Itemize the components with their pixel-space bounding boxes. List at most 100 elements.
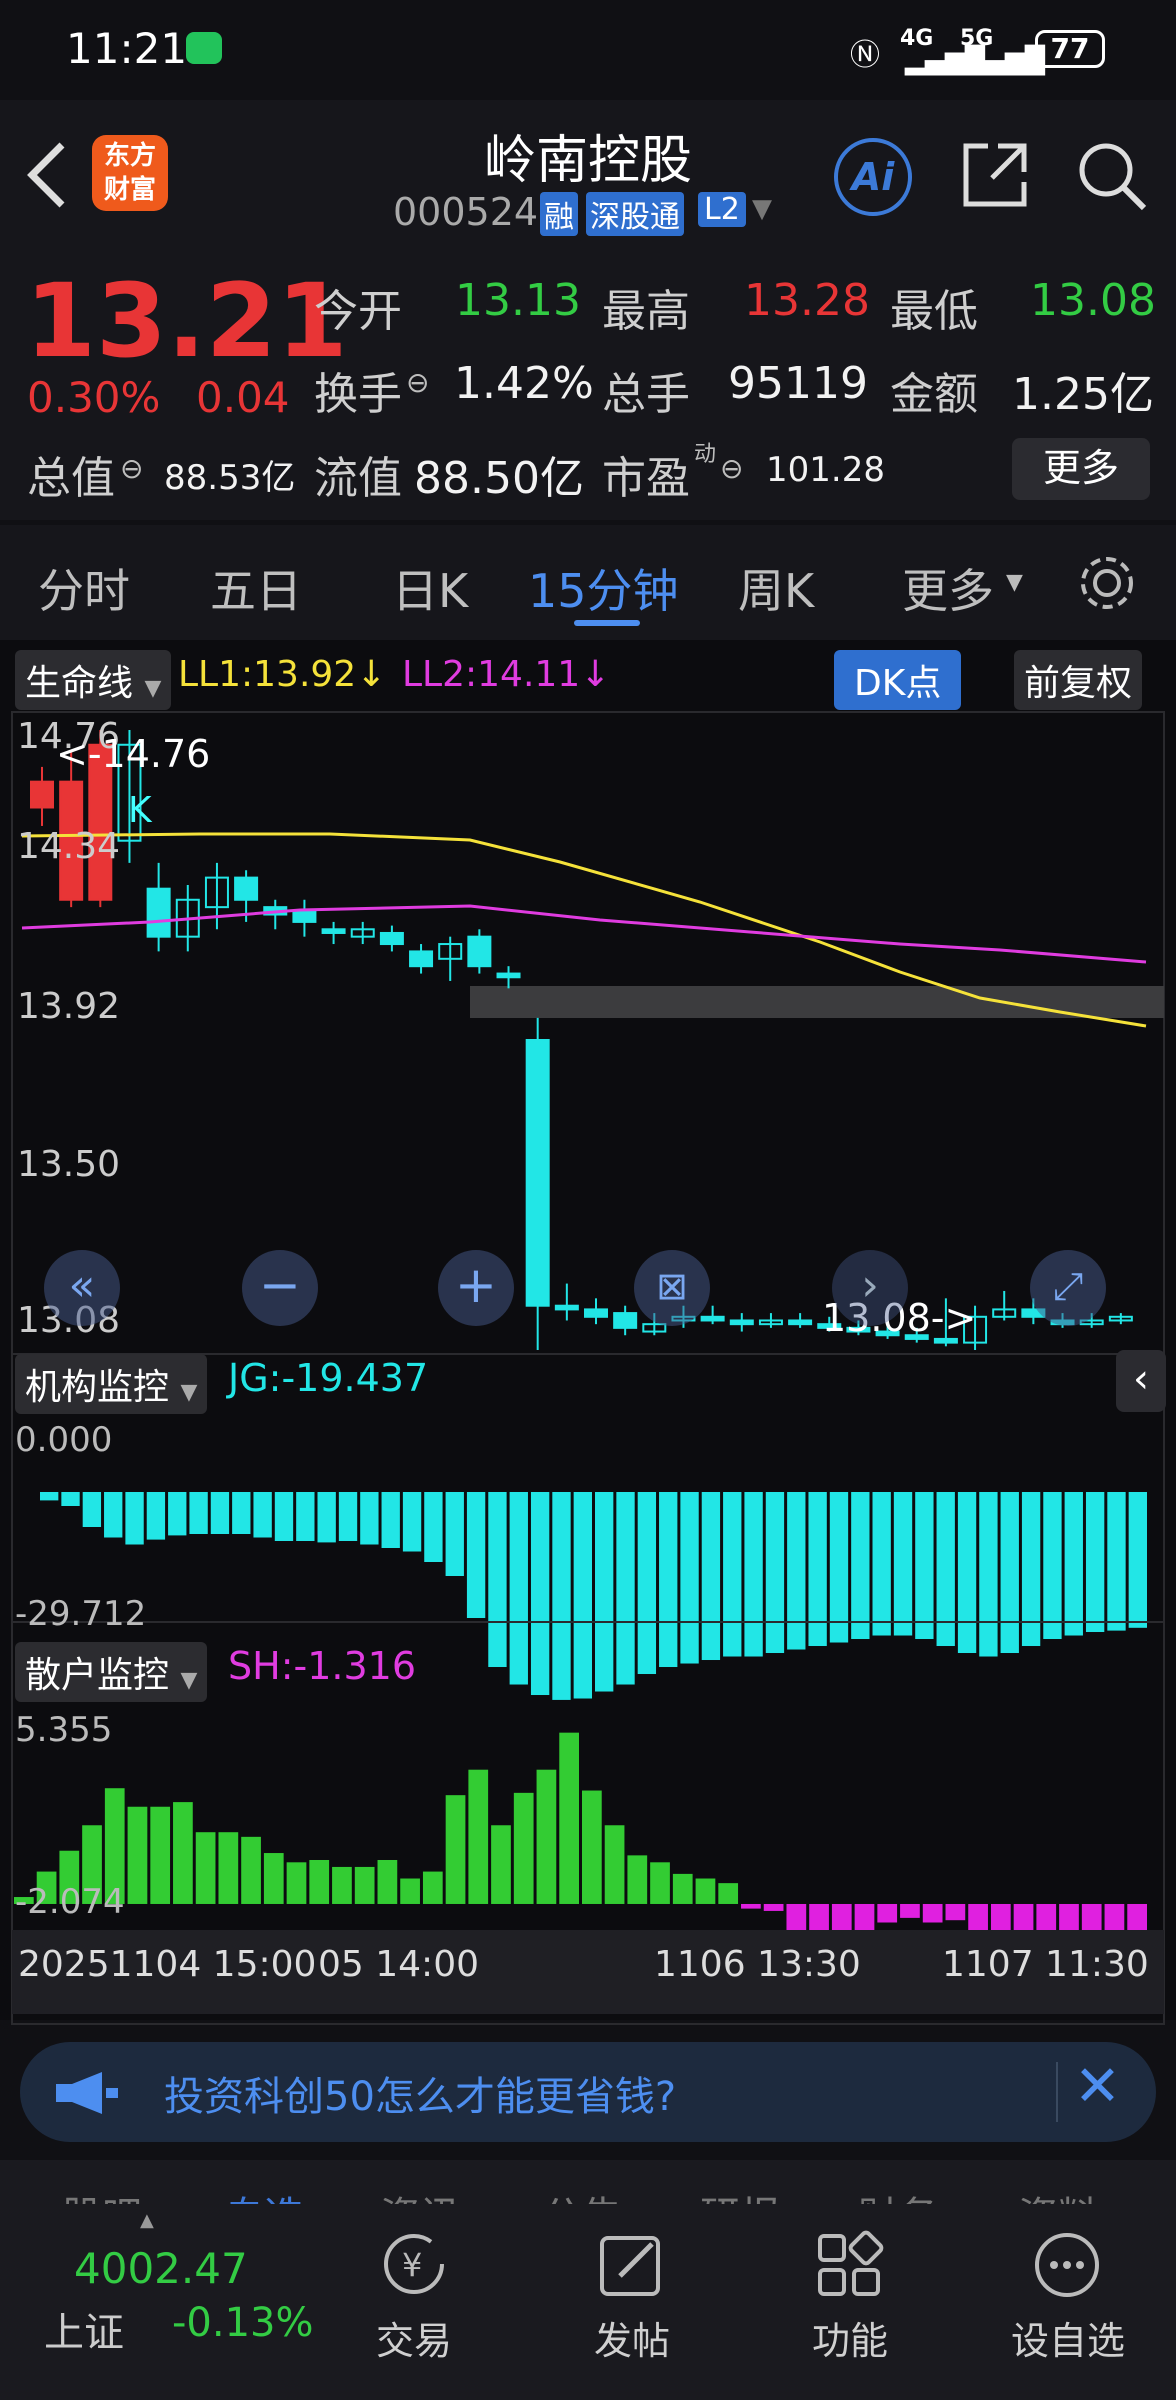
subtab-announcement[interactable]: 公告 <box>542 2184 622 2204</box>
tab-timeshare[interactable]: 分时 <box>38 555 130 621</box>
sh-bar <box>377 1859 398 1904</box>
app-screen: 11:21 Ⓝ 4G ▂▄▆█ 5G ▂▄▆█ 77 东方 财富 岭南控股 000… <box>0 0 1176 2400</box>
sh-bar <box>559 1732 579 1904</box>
info-icon-2[interactable]: ⊖ <box>406 366 429 399</box>
indicator-select[interactable]: 生命线 ▼ <box>15 650 172 710</box>
subtab-profile[interactable]: 资料 <box>1018 2184 1098 2204</box>
zoom-out-icon[interactable]: − <box>242 1250 318 1326</box>
high-value: 13.28 <box>744 275 870 326</box>
adjust-button[interactable]: 前复权 <box>1014 650 1143 710</box>
subtab-guba[interactable]: 股吧 <box>62 2184 142 2204</box>
badge-connect: 深股通 <box>586 192 684 236</box>
subtab-news[interactable]: 资讯 <box>380 2184 460 2204</box>
jg-value: JG:-19.437 <box>228 1356 429 1400</box>
jg-bar <box>552 1492 571 1700</box>
jg-bar <box>637 1492 657 1675</box>
jg-bar <box>595 1492 614 1692</box>
candle-body <box>467 935 492 968</box>
sh-bar <box>922 1903 943 1923</box>
jg-bar <box>104 1492 123 1538</box>
bottom-bar: 股吧 自选 资讯 公告 研报 财务 资料 ▲ 4002.47 上证 -0.13%… <box>0 2160 1176 2400</box>
volume-value: 95119 <box>728 358 868 409</box>
functions-icon[interactable] <box>814 2230 884 2300</box>
add-watchlist-icon[interactable] <box>1032 2230 1102 2300</box>
dropdown-icon[interactable]: ▼ <box>752 194 772 224</box>
change-percent: 0.30% <box>27 373 161 422</box>
subtab-watchlist[interactable]: 自选 <box>224 2184 304 2204</box>
jg-indicator-select[interactable]: 机构监控 ▼ <box>15 1354 208 1414</box>
index-name[interactable]: 上证 <box>44 2300 124 2358</box>
jg-bar <box>915 1492 934 1640</box>
subtab-finance[interactable]: 财务 <box>858 2184 938 2204</box>
info-icon[interactable]: ⊖ <box>120 452 143 485</box>
ai-assistant-button[interactable]: Ai <box>834 138 912 216</box>
sh-bar <box>127 1806 148 1904</box>
sh-bar <box>400 1878 420 1904</box>
banner-text[interactable]: 投资科创50怎么才能更省钱? <box>164 2064 676 2122</box>
last-price: 13.21 <box>25 262 348 381</box>
open-value: 13.13 <box>455 275 581 326</box>
nav-functions[interactable]: 功能 <box>770 2310 930 2365</box>
index-change[interactable]: -0.13% <box>172 2300 314 2346</box>
time-label-4: 1107 11:30 <box>942 1944 1149 1985</box>
svg-text:¥: ¥ <box>402 2246 422 2284</box>
nav-add-watchlist[interactable]: 设自选 <box>988 2310 1148 2365</box>
nfc-icon: Ⓝ <box>850 38 880 73</box>
promo-banner[interactable]: 投资科创50怎么才能更省钱? ✕ <box>20 2042 1156 2142</box>
candle-body <box>409 950 434 968</box>
jg-bar <box>957 1492 977 1654</box>
scroll-left-icon[interactable]: « <box>44 1250 120 1326</box>
sh-bar <box>695 1878 716 1904</box>
jg-bar <box>744 1492 763 1657</box>
sh-bar <box>968 1903 988 1932</box>
tab-daily-k[interactable]: 日K <box>392 555 468 621</box>
post-icon[interactable] <box>596 2230 666 2300</box>
jg-bar <box>402 1492 422 1552</box>
jg-name: 机构监控 <box>25 1367 170 1408</box>
nav-trade[interactable]: 交易 <box>334 2310 494 2365</box>
tab-weekly-k[interactable]: 周K <box>738 555 814 621</box>
reset-view-icon[interactable]: ⊠ <box>634 1250 710 1326</box>
collapse-panel-icon[interactable]: ‹ <box>1116 1350 1166 1412</box>
jg-bar <box>509 1492 528 1685</box>
jg-bar <box>787 1492 806 1650</box>
zoom-in-icon[interactable]: + <box>438 1250 514 1326</box>
info-icon-3[interactable]: ⊖ <box>720 452 743 485</box>
jg-bar <box>659 1492 678 1668</box>
dk-point-button[interactable]: DK点 <box>834 650 962 710</box>
sh-bar <box>218 1832 239 1904</box>
sh-bar <box>491 1825 511 1904</box>
tab-more[interactable]: 更多 <box>902 555 994 621</box>
sh-bar <box>672 1873 693 1904</box>
label-low: 最低 <box>890 286 978 337</box>
sh-bar <box>900 1903 920 1918</box>
close-icon[interactable]: ✕ <box>1074 2054 1121 2119</box>
subtab-research[interactable]: 研报 <box>700 2184 780 2204</box>
fullscreen-icon[interactable]: ⤢ <box>1030 1250 1106 1326</box>
tab-15min[interactable]: 15分钟 <box>528 555 679 621</box>
jg-bar <box>573 1492 592 1699</box>
pe-dynamic-sup: 动 <box>694 442 717 467</box>
label-total-value: 总值 <box>27 453 115 504</box>
k-marker: K <box>128 790 152 831</box>
megaphone-icon <box>56 2072 118 2114</box>
trade-icon[interactable]: ¥ <box>376 2230 452 2300</box>
share-icon[interactable] <box>958 138 1032 212</box>
nav-post[interactable]: 发帖 <box>552 2310 712 2365</box>
jg-bottom-label: -29.712 <box>15 1594 147 1634</box>
sh-bar <box>195 1832 216 1904</box>
scroll-right-icon[interactable]: › <box>832 1250 908 1326</box>
more-button[interactable]: 更多 <box>1012 438 1150 500</box>
jg-bar <box>82 1492 102 1528</box>
tab-five-day[interactable]: 五日 <box>210 555 302 621</box>
sh-bar <box>422 1871 443 1904</box>
index-value[interactable]: 4002.47 <box>74 2244 248 2293</box>
battery-icon: 77 <box>1035 30 1105 68</box>
jg-bar <box>1000 1492 1019 1654</box>
search-icon[interactable] <box>1074 138 1148 212</box>
jg-bar <box>765 1492 785 1654</box>
sh-bar <box>945 1903 966 1921</box>
sh-indicator-select[interactable]: 散户监控 ▼ <box>15 1642 208 1702</box>
settings-gear-icon[interactable] <box>1076 552 1138 614</box>
active-tab-indicator <box>574 620 640 626</box>
